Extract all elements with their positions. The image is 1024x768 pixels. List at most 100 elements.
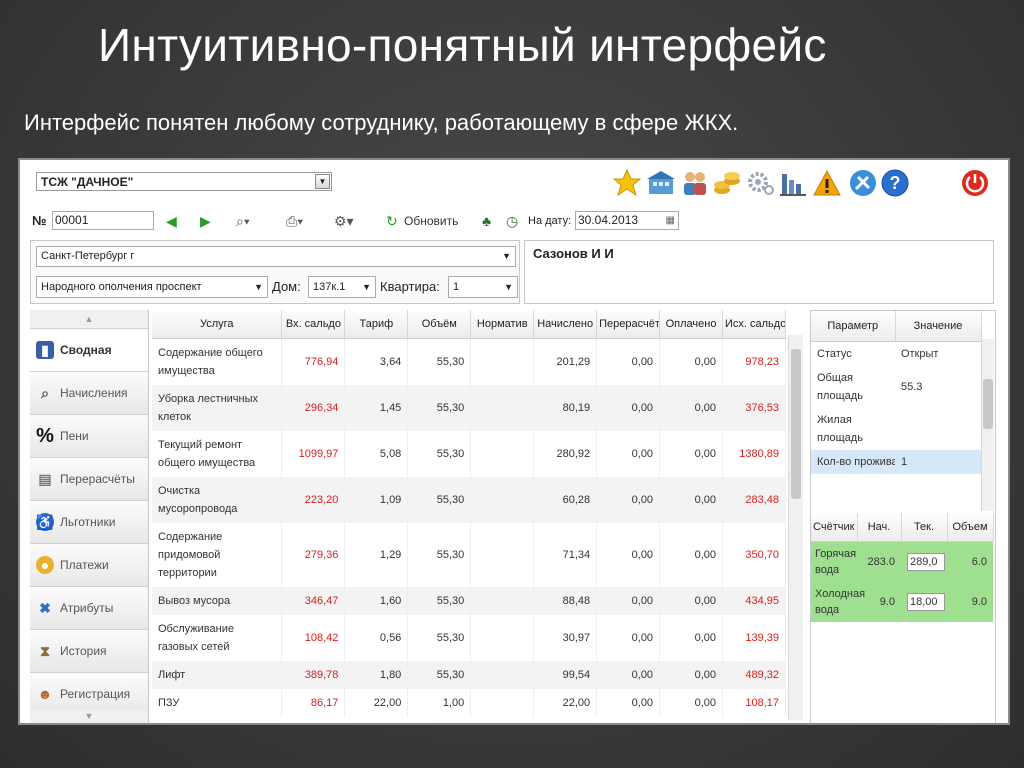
settings-icon[interactable]: ⚙▾: [334, 213, 354, 229]
service-cell: Текущий ремонт общего имущества: [152, 431, 283, 477]
in-balance-cell: 223,20: [281, 477, 346, 523]
flat-select[interactable]: 1 ▼: [448, 276, 518, 298]
charged-cell: 60,28: [533, 477, 598, 523]
table-row[interactable]: Обслуживание газовых сетей 108,42 0,56 5…: [152, 615, 786, 661]
meter-row[interactable]: Горячая вода 283.0 289,0 6.0: [811, 541, 993, 582]
table-row[interactable]: Содержание придомовой территории 279,36 …: [152, 523, 786, 587]
column-header[interactable]: Значение: [895, 311, 982, 342]
params-panel: Параметр Значение Статус Открыт Общая пл…: [810, 310, 996, 723]
service-cell: Обслуживание газовых сетей: [152, 615, 283, 661]
arrow-left-icon[interactable]: ◀: [166, 213, 177, 229]
search-icon[interactable]: ⌕▾: [236, 213, 250, 229]
chevron-down-icon[interactable]: ▼: [502, 247, 511, 266]
params-scrollbar[interactable]: [981, 339, 994, 511]
column-header[interactable]: Тек.: [901, 513, 948, 542]
wheelchair-icon: ♿: [36, 513, 54, 531]
city-value: Санкт-Петербург г: [41, 250, 135, 262]
column-header[interactable]: Исх. сальдо: [722, 310, 786, 339]
column-header[interactable]: Счётчик: [811, 513, 858, 542]
service-cell: Лифт: [152, 661, 283, 689]
org-select[interactable]: ТСЖ "ДАЧНОЕ" ▼: [36, 172, 332, 191]
scrollbar-thumb[interactable]: [791, 349, 801, 499]
sidebar-item-label: История: [60, 644, 107, 658]
table-row[interactable]: Лифт 389,78 1,80 55,30 99,54 0,00 0,00 4…: [152, 661, 786, 689]
column-header[interactable]: Параметр: [811, 311, 896, 342]
column-header[interactable]: Нач.: [857, 513, 902, 542]
column-header[interactable]: Оплачено: [659, 310, 723, 339]
sidebar-item-recalc[interactable]: ▤ Перерасчёты: [30, 458, 148, 501]
table-row[interactable]: Очистка мусоропровода 223,20 1,09 55,30 …: [152, 477, 786, 523]
column-header[interactable]: Объём: [407, 310, 472, 339]
column-header[interactable]: Вх. сальдо: [281, 310, 346, 339]
meter-current-input[interactable]: 18,00: [907, 593, 945, 612]
star-icon[interactable]: [612, 168, 642, 198]
column-header[interactable]: Начислено: [533, 310, 598, 339]
date-input[interactable]: 30.04.2013 ▦: [575, 211, 679, 230]
column-header[interactable]: Тариф: [344, 310, 409, 339]
sidebar-item-summary[interactable]: ▮ Сводная: [30, 329, 148, 372]
param-row[interactable]: Общая площадь 55.3: [811, 366, 981, 408]
sidebar-item-charges[interactable]: ⌕ Начисления: [30, 372, 148, 415]
calendar-icon[interactable]: ▦: [666, 212, 675, 229]
calculator-icon: ▤: [38, 471, 52, 487]
person-panel: Сазонов И И: [524, 240, 994, 304]
column-header[interactable]: Норматив: [470, 310, 535, 339]
table-header-row: Услуга Вх. сальдо Тариф Объём Норматив Н…: [152, 310, 786, 339]
table-row[interactable]: Уборка лестничных клеток 296,34 1,45 55,…: [152, 385, 786, 431]
chevron-down-icon[interactable]: ▼: [30, 709, 148, 723]
warning-icon[interactable]: [812, 168, 842, 198]
column-header[interactable]: Перерасчёт: [596, 310, 661, 339]
sidebar-item-attributes[interactable]: ✖ Атрибуты: [30, 587, 148, 630]
sidebar-item-payments[interactable]: ● Платежи: [30, 544, 148, 587]
building-icon[interactable]: [646, 168, 676, 198]
table-row[interactable]: Содержание общего имущества 776,94 3,64 …: [152, 338, 786, 385]
house-select[interactable]: 137к.1 ▼: [308, 276, 376, 298]
scrollbar-thumb[interactable]: [983, 379, 993, 429]
person-icon[interactable]: ♣: [482, 213, 491, 229]
chevron-down-icon[interactable]: ▼: [254, 277, 263, 297]
sidebar-item-penalties[interactable]: % Пени: [30, 415, 148, 458]
sidebar-item-benefits[interactable]: ♿ Льготники: [30, 501, 148, 544]
table-scrollbar[interactable]: [788, 335, 803, 720]
factory-chart-icon[interactable]: [778, 168, 808, 198]
date-value: 30.04.2013: [578, 213, 639, 227]
sidebar-item-history[interactable]: ⧗ История: [30, 630, 148, 673]
column-header[interactable]: Объем: [947, 513, 994, 542]
clock-icon[interactable]: ◷: [506, 213, 518, 229]
paid-cell: 0,00: [659, 615, 723, 661]
column-header[interactable]: Услуга: [152, 310, 283, 339]
chevron-down-icon[interactable]: ▼: [315, 174, 330, 189]
power-icon[interactable]: [960, 168, 990, 198]
users-icon[interactable]: [680, 168, 710, 198]
table-row[interactable]: ПЗУ 86,17 22,00 1,00 22,00 0,00 0,00 108…: [152, 689, 786, 717]
param-row[interactable]: Жилая площадь: [811, 408, 981, 450]
norm-cell: [470, 431, 535, 477]
print-icon[interactable]: ⎙▾: [286, 213, 303, 229]
refresh-button[interactable]: Обновить: [404, 210, 458, 232]
in-balance-cell: 108,42: [281, 615, 346, 661]
coins-icon[interactable]: [712, 168, 742, 198]
street-select[interactable]: Народного ополчения проспект ▼: [36, 276, 268, 298]
tariff-cell: 1,29: [344, 523, 409, 587]
help-icon[interactable]: ?: [880, 168, 910, 198]
tariff-cell: 5,08: [344, 431, 409, 477]
meter-current-input[interactable]: 289,0: [907, 553, 945, 572]
table-row[interactable]: Вывоз мусора 346,47 1,60 55,30 88,48 0,0…: [152, 587, 786, 615]
paid-cell: 0,00: [659, 477, 723, 523]
param-row[interactable]: Статус Открыт: [811, 342, 981, 367]
account-number-input[interactable]: 00001: [52, 211, 154, 230]
chevron-down-icon[interactable]: ▼: [362, 277, 371, 297]
charged-cell: 280,92: [533, 431, 598, 477]
table-row[interactable]: Текущий ремонт общего имущества 1099,97 …: [152, 431, 786, 477]
chevron-down-icon[interactable]: ▼: [504, 277, 513, 297]
tools-icon[interactable]: [848, 168, 878, 198]
city-select[interactable]: Санкт-Петербург г ▼: [36, 246, 516, 267]
tariff-cell: 22,00: [344, 689, 409, 717]
param-value: Открыт: [901, 348, 939, 360]
meter-row[interactable]: Холодная вода 9.0 18,00 9.0: [811, 582, 993, 622]
param-row[interactable]: Кол-во проживающих 1: [811, 450, 981, 474]
gear-icon[interactable]: [746, 168, 776, 198]
coins-icon: ●: [36, 556, 54, 574]
arrow-right-icon[interactable]: ▶: [200, 213, 211, 229]
chevron-up-icon[interactable]: ▲: [30, 310, 148, 329]
